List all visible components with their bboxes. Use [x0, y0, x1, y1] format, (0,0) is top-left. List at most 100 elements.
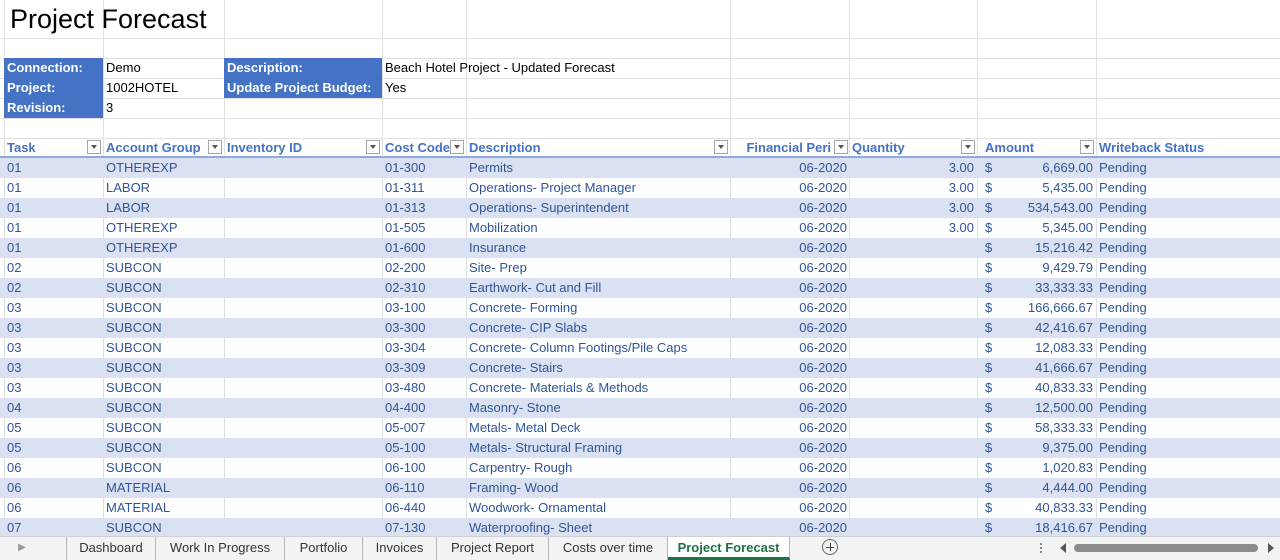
update-budget-value[interactable]: Yes: [382, 78, 582, 98]
description-cell[interactable]: Concrete- CIP Slabs: [466, 318, 730, 338]
sheet-tab-work-in-progress[interactable]: Work In Progress: [156, 537, 285, 560]
writeback-status-cell[interactable]: Pending: [1096, 418, 1280, 438]
sheet-nav-left-icon[interactable]: ▶: [14, 540, 30, 556]
writeback-status-cell[interactable]: Pending: [1096, 298, 1280, 318]
amount-cell[interactable]: 9,429.79: [995, 258, 1096, 278]
cost-code-filter-dropdown-icon[interactable]: [450, 140, 464, 154]
description-cell[interactable]: Concrete- Column Footings/Pile Caps: [466, 338, 730, 358]
financial-period-cell[interactable]: 06-2020: [730, 418, 850, 438]
inventory-id-cell[interactable]: [224, 358, 382, 378]
amount-cell[interactable]: 12,500.00: [995, 398, 1096, 418]
account-group-cell[interactable]: LABOR: [103, 198, 224, 218]
amount-cell[interactable]: 58,333.33: [995, 418, 1096, 438]
revision-value[interactable]: 3: [103, 98, 223, 118]
account-group-cell[interactable]: SUBCON: [103, 258, 224, 278]
inventory-id-cell[interactable]: [224, 178, 382, 198]
cost-code-cell[interactable]: 06-110: [382, 478, 466, 498]
inventory-id-cell[interactable]: [224, 318, 382, 338]
quantity-cell[interactable]: 3.00: [849, 158, 977, 178]
spreadsheet-grid[interactable]: Project Forecast Connection: Demo Projec…: [0, 0, 1280, 536]
account-group-cell[interactable]: SUBCON: [103, 458, 224, 478]
inventory-id-cell[interactable]: [224, 498, 382, 518]
task-cell[interactable]: 05: [4, 418, 103, 438]
cost-code-cell[interactable]: 01-600: [382, 238, 466, 258]
quantity-cell[interactable]: [849, 398, 977, 418]
writeback-status-cell[interactable]: Pending: [1096, 318, 1280, 338]
connection-value[interactable]: Demo: [103, 58, 223, 78]
account-group-cell[interactable]: SUBCON: [103, 518, 224, 536]
amount-cell[interactable]: 42,416.67: [995, 318, 1096, 338]
description-cell[interactable]: Earthwork- Cut and Fill: [466, 278, 730, 298]
column-header-description[interactable]: Description: [466, 138, 712, 158]
quantity-cell[interactable]: 3.00: [849, 198, 977, 218]
inventory-id-filter-dropdown-icon[interactable]: [366, 140, 380, 154]
table-row[interactable]: $01 OTHEREXP 01-600 Insurance 06-2020 15,216.…: [0, 238, 1280, 258]
sheet-tab-costs-over-time[interactable]: Costs over time: [549, 537, 668, 560]
quantity-cell[interactable]: [849, 358, 977, 378]
cost-code-cell[interactable]: 03-309: [382, 358, 466, 378]
amount-cell[interactable]: 18,416.67: [995, 518, 1096, 536]
writeback-status-cell[interactable]: Pending: [1096, 198, 1280, 218]
table-row[interactable]: $06 MATERIAL 06-440 Woodwork- Ornamental 06-…: [0, 498, 1280, 518]
task-filter-dropdown-icon[interactable]: [87, 140, 101, 154]
inventory-id-cell[interactable]: [224, 518, 382, 536]
quantity-cell[interactable]: 3.00: [849, 218, 977, 238]
description-cell[interactable]: Operations- Project Manager: [466, 178, 730, 198]
cost-code-cell[interactable]: 01-505: [382, 218, 466, 238]
task-cell[interactable]: 05: [4, 438, 103, 458]
inventory-id-cell[interactable]: [224, 478, 382, 498]
scrollbar-thumb[interactable]: [1074, 544, 1258, 552]
cost-code-cell[interactable]: 03-100: [382, 298, 466, 318]
table-row[interactable]: $03 SUBCON 03-480 Concrete- Materials & Met…: [0, 378, 1280, 398]
account-group-cell[interactable]: OTHEREXP: [103, 158, 224, 178]
quantity-cell[interactable]: [849, 478, 977, 498]
inventory-id-cell[interactable]: [224, 298, 382, 318]
financial-period-cell[interactable]: 06-2020: [730, 518, 850, 536]
account-group-cell[interactable]: OTHEREXP: [103, 218, 224, 238]
financial-period-filter-dropdown-icon[interactable]: [834, 140, 848, 154]
inventory-id-cell[interactable]: [224, 218, 382, 238]
description-cell[interactable]: Concrete- Materials & Methods: [466, 378, 730, 398]
table-row[interactable]: $01 OTHEREXP 01-505 Mobilization 06-2020 3.00…: [0, 218, 1280, 238]
table-row[interactable]: $01 LABOR 01-311 Operations- Project Manage…: [0, 178, 1280, 198]
account-group-cell[interactable]: SUBCON: [103, 438, 224, 458]
description-cell[interactable]: Framing- Wood: [466, 478, 730, 498]
amount-cell[interactable]: 9,375.00: [995, 438, 1096, 458]
task-cell[interactable]: 06: [4, 498, 103, 518]
inventory-id-cell[interactable]: [224, 238, 382, 258]
writeback-status-cell[interactable]: Pending: [1096, 518, 1280, 536]
writeback-status-cell[interactable]: Pending: [1096, 498, 1280, 518]
inventory-id-cell[interactable]: [224, 378, 382, 398]
quantity-cell[interactable]: [849, 298, 977, 318]
column-header-cost-code[interactable]: Cost Code: [382, 138, 450, 158]
table-row[interactable]: $04 SUBCON 04-400 Masonry- Stone 06-2020 12,5…: [0, 398, 1280, 418]
financial-period-cell[interactable]: 06-2020: [730, 218, 850, 238]
description-filter-dropdown-icon[interactable]: [714, 140, 728, 154]
financial-period-cell[interactable]: 06-2020: [730, 378, 850, 398]
writeback-status-cell[interactable]: Pending: [1096, 158, 1280, 178]
amount-cell[interactable]: 40,833.33: [995, 498, 1096, 518]
financial-period-cell[interactable]: 06-2020: [730, 498, 850, 518]
table-row[interactable]: $01 OTHEREXP 01-300 Permits 06-2020 3.00 6,669…: [0, 158, 1280, 178]
account-group-filter-dropdown-icon[interactable]: [208, 140, 222, 154]
description-cell[interactable]: Concrete- Forming: [466, 298, 730, 318]
description-cell[interactable]: Metals- Structural Framing: [466, 438, 730, 458]
writeback-status-cell[interactable]: Pending: [1096, 358, 1280, 378]
writeback-status-cell[interactable]: Pending: [1096, 238, 1280, 258]
project-value[interactable]: 1002HOTEL: [103, 78, 223, 98]
quantity-cell[interactable]: [849, 338, 977, 358]
column-header-writeback-status[interactable]: Writeback Status: [1096, 138, 1280, 158]
cost-code-cell[interactable]: 03-300: [382, 318, 466, 338]
amount-cell[interactable]: 6,669.00: [995, 158, 1096, 178]
table-row[interactable]: $02 SUBCON 02-310 Earthwork- Cut and Fill 06…: [0, 278, 1280, 298]
inventory-id-cell[interactable]: [224, 198, 382, 218]
quantity-filter-dropdown-icon[interactable]: [961, 140, 975, 154]
amount-cell[interactable]: 33,333.33: [995, 278, 1096, 298]
description-cell[interactable]: Metals- Metal Deck: [466, 418, 730, 438]
cost-code-cell[interactable]: 03-480: [382, 378, 466, 398]
task-cell[interactable]: 03: [4, 358, 103, 378]
quantity-cell[interactable]: [849, 378, 977, 398]
inventory-id-cell[interactable]: [224, 438, 382, 458]
quantity-cell[interactable]: [849, 438, 977, 458]
financial-period-cell[interactable]: 06-2020: [730, 258, 850, 278]
